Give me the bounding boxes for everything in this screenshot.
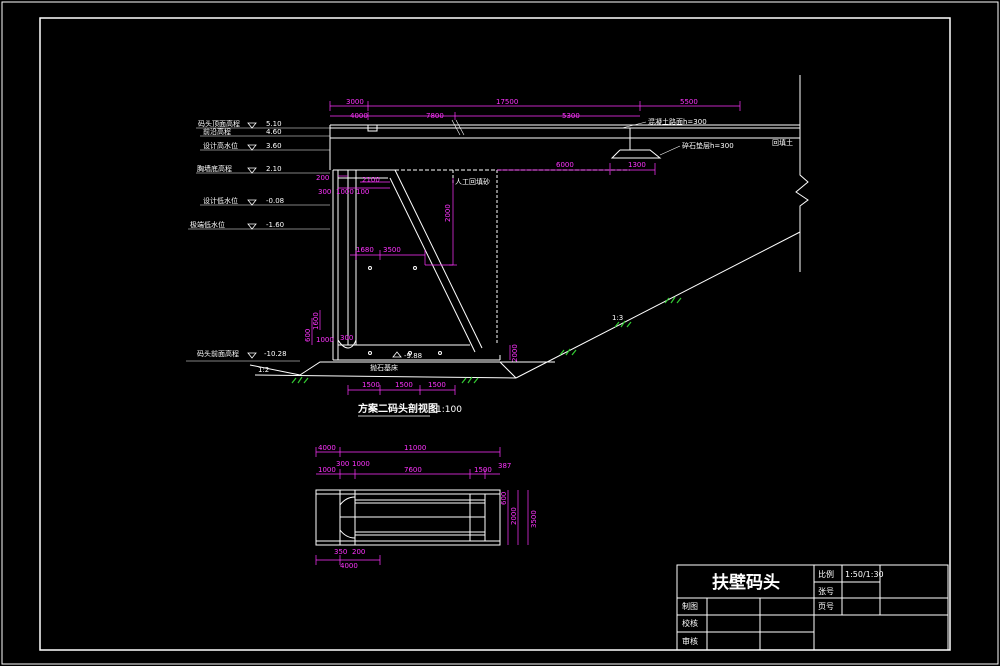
elevation-seabed-value: -10.28	[264, 350, 287, 358]
dim-2000-vertical: 2000	[444, 204, 452, 222]
plan-dimension-text: 4000 11000 1000 300 1000 7600 1500 387 3…	[318, 444, 538, 570]
cad-drawing-canvas: 码头顶面高程 5.10 前沿高程 4.60 设计高水位 3.60 胸墙底高程 2…	[1, 1, 999, 665]
dim-520: 6000	[556, 161, 574, 169]
sheet-label: 张号	[818, 587, 834, 596]
section-caption: 方案二码头剖视图 1:100	[358, 402, 462, 417]
dim-1500-a: 1500	[362, 381, 380, 389]
section-view	[249, 75, 809, 379]
dim-1600: 1600	[312, 312, 320, 330]
dim-2100: 2100	[362, 176, 380, 184]
elevation-low-water-label: 设计低水位	[203, 196, 238, 205]
elevation-wall-bottom-label: 胸墙底高程	[197, 164, 232, 173]
elevation-top-label: 码头顶面高程	[198, 119, 240, 128]
dim-1300: 1300	[628, 161, 646, 169]
section-dimensions	[311, 101, 741, 395]
elevation-high-water-label: 设计高水位	[203, 141, 238, 150]
plan-dim-1500: 1500	[474, 466, 492, 474]
note-backfill: 人工回填砂	[455, 177, 490, 186]
checked-label: 校核	[682, 618, 698, 628]
plan-dim-right-3500: 3500	[530, 510, 538, 528]
drawing-border	[39, 17, 951, 651]
elevation-wall-bottom-value: 2.10	[266, 165, 282, 173]
elevation-seabed-label: 码头前面高程	[197, 349, 239, 358]
elevation-high-water-value: 3.60	[266, 142, 282, 150]
elevation-low-water-value: -0.08	[266, 197, 284, 205]
dim-1680: 1680	[356, 246, 374, 254]
note-slope-right: 1:3	[612, 314, 623, 322]
page-label: 页号	[818, 602, 834, 611]
elevation-front: 前沿高程 4.60	[200, 127, 330, 137]
dim-second-4000: 4000	[350, 112, 368, 120]
plan-dim-right-2000: 2000	[510, 507, 518, 525]
elevation-front-label: 前沿高程	[203, 127, 231, 136]
elevation-top: 码头顶面高程 5.10	[196, 119, 330, 129]
dim-1500-b: 1500	[395, 381, 413, 389]
drawing-title: 扶壁码头	[712, 572, 780, 593]
dim-1000: 1000	[336, 188, 354, 196]
scale-value: 1:50/1:30	[845, 570, 884, 579]
plan-dim-bottom-350: 350	[334, 548, 347, 556]
dim-1500-c: 1500	[428, 381, 446, 389]
dim-300: 300	[318, 188, 331, 196]
drawn-label: 制图	[682, 601, 698, 611]
plan-dim-1000: 1000	[318, 466, 336, 474]
note-bottom-elev: -9.88	[404, 352, 422, 360]
elevation-extreme-low-value: -1.60	[266, 221, 284, 229]
elevation-seabed: 码头前面高程 -10.28	[186, 349, 300, 362]
elevation-high-water: 设计高水位 3.60	[200, 141, 330, 151]
plan-dim-bottom-200: 200	[352, 548, 365, 556]
dim-top-5500: 5500	[680, 98, 698, 106]
note-concrete: 混凝土路面h=300	[648, 117, 707, 126]
elevation-labels: 码头顶面高程 5.10 前沿高程 4.60 设计高水位 3.60 胸墙底高程 2…	[186, 119, 330, 362]
dim-second-5300: 5300	[562, 112, 580, 120]
reviewed-label: 审核	[682, 636, 698, 646]
dim-2000-right: 2000	[511, 344, 519, 362]
plan-dim-bottom-4000: 4000	[340, 562, 358, 570]
plan-dim-7600: 7600	[404, 466, 422, 474]
elevation-low-water: 设计低水位 -0.08	[200, 196, 330, 206]
dim-second-7800: 7800	[426, 112, 444, 120]
elevation-extreme-low-label: 极端低水位	[190, 220, 225, 229]
dim-200: 200	[316, 174, 329, 182]
note-bed: 抛石基床	[370, 363, 398, 372]
elevation-wall-bottom: 胸墙底高程 2.10	[196, 164, 330, 174]
plan-dim-1000b: 1000	[352, 460, 370, 468]
scale-label: 比例	[818, 569, 834, 579]
dim-100: 100	[356, 188, 369, 196]
note-fill: 回填土	[772, 138, 793, 147]
plan-dim-387: 387	[498, 462, 511, 470]
dim-1000-low: 1000	[316, 336, 334, 344]
elevation-front-value: 4.60	[266, 128, 282, 136]
plan-view	[315, 489, 501, 546]
dim-top-3000: 3000	[346, 98, 364, 106]
dim-600-left: 600	[304, 329, 312, 342]
plan-dim-right-600: 600	[500, 492, 508, 505]
dim-top-17500: 17500	[496, 98, 518, 106]
plan-dim-top-11000: 11000	[404, 444, 426, 452]
plan-dim-top-4000: 4000	[318, 444, 336, 452]
dim-3500: 3500	[383, 246, 401, 254]
elevation-top-value: 5.10	[266, 120, 282, 128]
section-title: 方案二码头剖视图	[358, 402, 438, 415]
title-block-text: 扶壁码头 比例 1:50/1:30 张号 页号 制图 校核 审核	[682, 569, 884, 646]
note-gravel: 碎石垫层h=300	[682, 141, 734, 150]
section-scale: 1:100	[436, 405, 462, 415]
note-slope-left: 1:2	[258, 366, 269, 374]
plan-dim-300: 300	[336, 460, 349, 468]
dim-300-low: 300	[340, 334, 353, 342]
elevation-extreme-low: 极端低水位 -1.60	[188, 220, 330, 230]
